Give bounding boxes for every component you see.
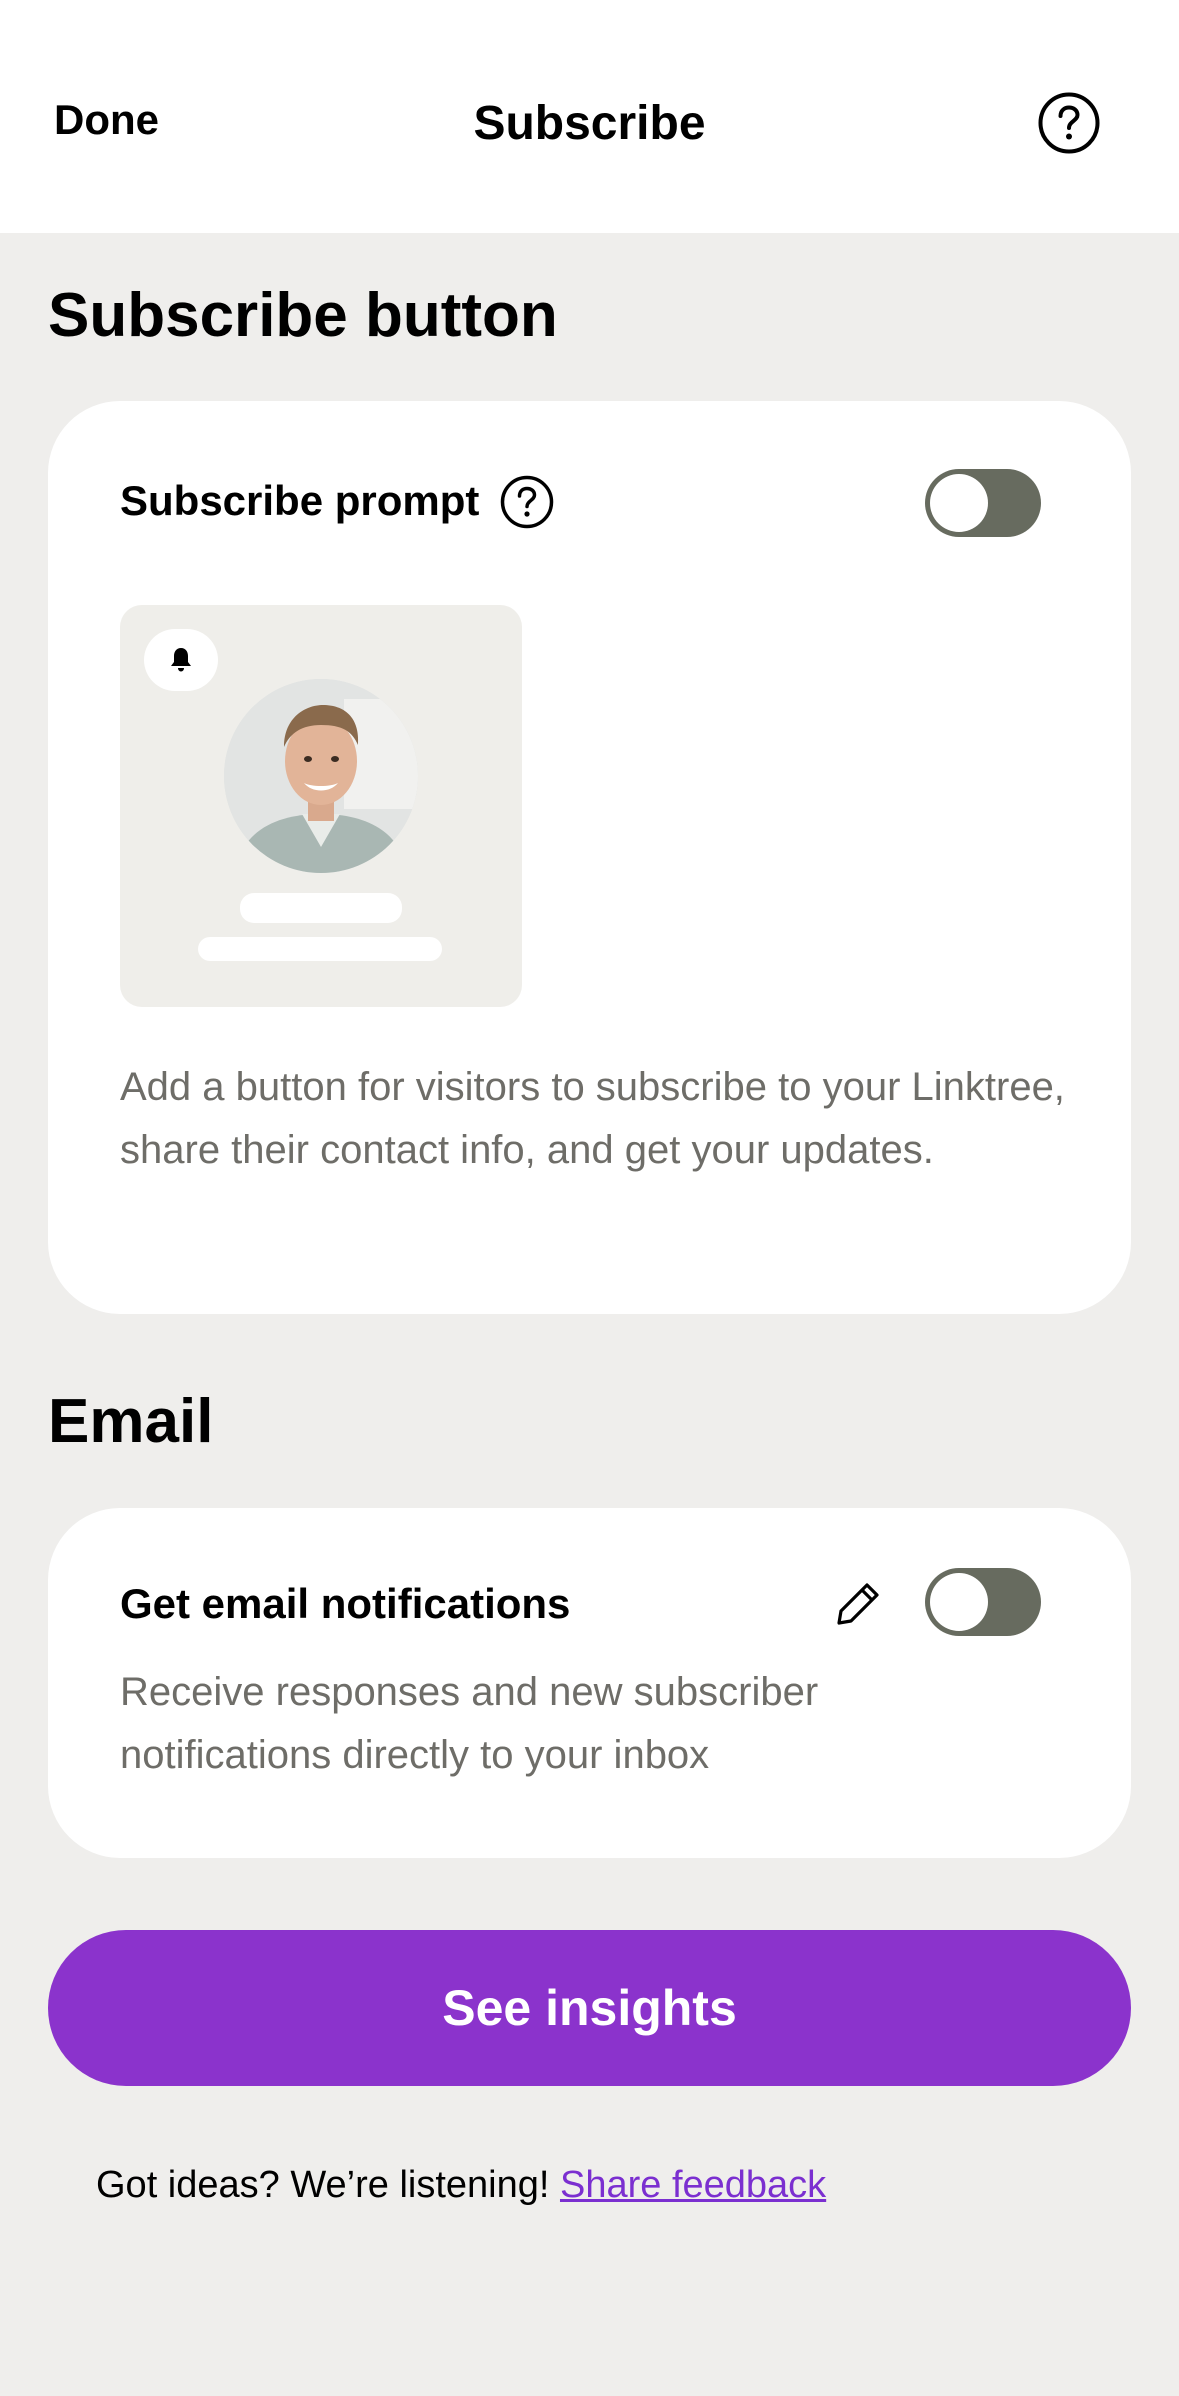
toggle-knob (930, 1573, 988, 1631)
subscribe-prompt-card: Subscribe prompt Add a button for visito… (48, 401, 1131, 1314)
subscribe-prompt-description: Add a button for visitors to subscribe t… (120, 1065, 1065, 1172)
top-navigation-bar: Done Subscribe (0, 0, 1179, 233)
email-notifications-toggle[interactable] (925, 1568, 1041, 1636)
subscribe-preview-thumbnail (120, 605, 522, 1007)
help-circle-icon[interactable] (500, 475, 554, 529)
toggle-knob (930, 474, 988, 532)
feedback-footer: Got ideas? We’re listening! Share feedba… (96, 2164, 826, 2207)
email-notifications-description: Receive responses and new subscriber not… (120, 1670, 819, 1777)
placeholder-title-bar (240, 893, 402, 923)
email-notifications-card: Get email notifications Receive response… (48, 1508, 1131, 1858)
bell-badge (144, 629, 218, 691)
share-feedback-link[interactable]: Share feedback (560, 2164, 826, 2206)
feedback-prompt-text: Got ideas? We’re listening! (96, 2164, 550, 2206)
help-circle-icon[interactable] (1038, 92, 1100, 154)
subscribe-prompt-label: Subscribe prompt (120, 477, 480, 524)
section-heading-subscribe-button: Subscribe button (48, 281, 558, 350)
email-notifications-label: Get email notifications (120, 1580, 571, 1627)
pencil-icon[interactable] (834, 1580, 882, 1628)
avatar (224, 679, 418, 873)
section-heading-email: Email (48, 1387, 214, 1456)
placeholder-subtitle-bar (198, 937, 442, 961)
see-insights-button[interactable]: See insights (48, 1930, 1131, 2086)
page-title: Subscribe (473, 97, 706, 150)
bell-icon (171, 648, 191, 672)
subscribe-prompt-toggle[interactable] (925, 469, 1041, 537)
